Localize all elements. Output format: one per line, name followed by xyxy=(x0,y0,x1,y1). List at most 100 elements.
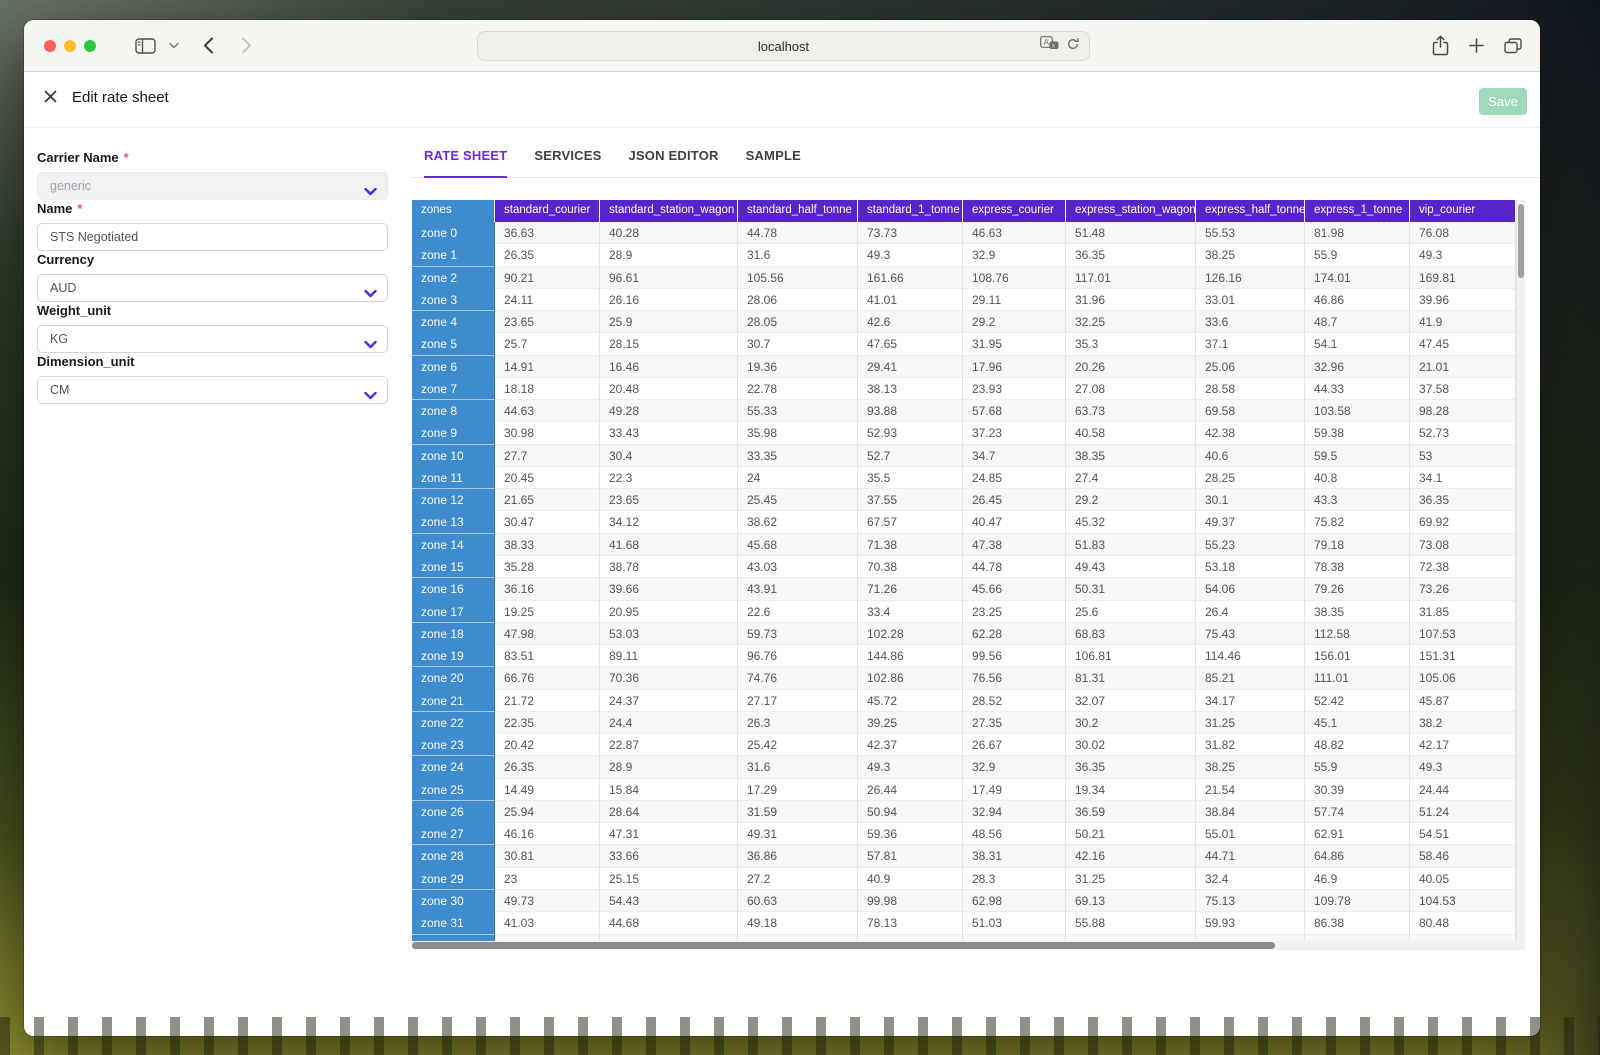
rate-cell[interactable]: 99.56 xyxy=(963,645,1066,667)
rate-cell[interactable]: 49.3 xyxy=(858,244,963,266)
rate-cell[interactable]: 24.44 xyxy=(1410,779,1516,801)
rate-cell[interactable]: 42.16 xyxy=(1066,845,1196,867)
rate-cell[interactable]: 75.13 xyxy=(1196,890,1305,912)
rate-cell[interactable]: 29.2 xyxy=(1066,489,1196,511)
rate-cell[interactable]: 51.83 xyxy=(1066,534,1196,556)
rate-cell[interactable]: 24.37 xyxy=(600,690,738,712)
rate-cell[interactable]: 58.46 xyxy=(1410,845,1516,867)
rate-cell[interactable]: 17.49 xyxy=(963,779,1066,801)
rate-cell[interactable]: 54.51 xyxy=(1410,823,1516,845)
rate-cell[interactable]: 73.26 xyxy=(1410,578,1516,600)
rate-cell[interactable]: 144.86 xyxy=(858,645,963,667)
rate-cell[interactable]: 33.4 xyxy=(858,601,963,623)
rate-cell[interactable]: 26.4 xyxy=(1196,601,1305,623)
rate-cell[interactable]: 33.35 xyxy=(738,445,858,467)
rate-cell[interactable]: 48.7 xyxy=(1305,311,1410,333)
rate-cell[interactable]: 28.05 xyxy=(738,311,858,333)
rate-cell[interactable]: 38.84 xyxy=(1196,801,1305,823)
rate-cell[interactable]: 31.85 xyxy=(1410,601,1516,623)
rate-cell[interactable]: 40.47 xyxy=(963,511,1066,533)
rate-cell[interactable]: 38.62 xyxy=(738,511,858,533)
rate-cell[interactable]: 47.65 xyxy=(858,333,963,355)
rate-cell[interactable]: 28.15 xyxy=(600,333,738,355)
rate-cell[interactable]: 156.01 xyxy=(1305,645,1410,667)
rate-cell[interactable]: 19.34 xyxy=(1066,779,1196,801)
rate-cell[interactable]: 15.84 xyxy=(600,779,738,801)
rate-cell[interactable]: 33.43 xyxy=(600,422,738,444)
rate-cell[interactable]: 34.17 xyxy=(1196,690,1305,712)
dimension-unit-select[interactable]: CM xyxy=(37,376,388,404)
rate-cell[interactable]: 104.53 xyxy=(1410,890,1516,912)
rate-cell[interactable]: 23.65 xyxy=(600,489,738,511)
rate-cell[interactable]: 47.38 xyxy=(963,534,1066,556)
rate-cell[interactable]: 32.4 xyxy=(1196,868,1305,890)
rate-cell[interactable]: 43.03 xyxy=(738,556,858,578)
rate-cell[interactable]: 42.6 xyxy=(858,311,963,333)
rate-cell[interactable]: 109.78 xyxy=(1305,890,1410,912)
rate-cell[interactable]: 72.38 xyxy=(1410,556,1516,578)
rate-cell[interactable]: 14.49 xyxy=(495,779,600,801)
rate-cell[interactable]: 28.25 xyxy=(1196,467,1305,489)
rate-cell[interactable]: 25.45 xyxy=(738,489,858,511)
rate-cell[interactable]: 38.35 xyxy=(1305,601,1410,623)
rate-cell[interactable]: 44.68 xyxy=(600,912,738,934)
rate-cell[interactable]: 41.01 xyxy=(858,289,963,311)
rate-cell[interactable]: 107.53 xyxy=(1410,623,1516,645)
rate-cell[interactable]: 41.03 xyxy=(495,912,600,934)
rate-cell[interactable]: 174.01 xyxy=(1305,267,1410,289)
rate-cell[interactable]: 31.96 xyxy=(1066,289,1196,311)
rate-cell[interactable]: 68.83 xyxy=(1066,623,1196,645)
rate-cell[interactable]: 66.76 xyxy=(495,667,600,689)
new-tab-icon[interactable] xyxy=(1469,38,1484,53)
rate-cell[interactable]: 55.9 xyxy=(1305,756,1410,778)
rate-cell[interactable]: 40.6 xyxy=(1196,445,1305,467)
rate-cell[interactable]: 20.45 xyxy=(495,467,600,489)
rate-cell[interactable]: 45.32 xyxy=(1066,511,1196,533)
rate-cell[interactable]: 32.9 xyxy=(963,244,1066,266)
rate-cell[interactable]: 25.9 xyxy=(600,311,738,333)
rate-cell[interactable]: 161.66 xyxy=(858,267,963,289)
rate-cell[interactable]: 43.91 xyxy=(738,578,858,600)
rate-cell[interactable]: 38.78 xyxy=(600,556,738,578)
tab-sample[interactable]: SAMPLE xyxy=(746,140,801,177)
rate-cell[interactable]: 42.38 xyxy=(1196,422,1305,444)
rate-cell[interactable]: 55.33 xyxy=(738,400,858,422)
rate-cell[interactable]: 50.94 xyxy=(858,801,963,823)
rate-cell[interactable]: 30.98 xyxy=(495,422,600,444)
rate-cell[interactable]: 25.6 xyxy=(1066,601,1196,623)
rate-cell[interactable]: 26.45 xyxy=(963,489,1066,511)
rate-cell[interactable]: 59.38 xyxy=(1305,422,1410,444)
rate-cell[interactable]: 28.58 xyxy=(1196,378,1305,400)
rate-cell[interactable]: 55.01 xyxy=(1196,823,1305,845)
rate-cell[interactable]: 52.73 xyxy=(1410,422,1516,444)
rate-cell[interactable]: 63.73 xyxy=(1066,400,1196,422)
rate-cell[interactable]: 55.88 xyxy=(1066,912,1196,934)
rate-cell[interactable]: 24 xyxy=(738,467,858,489)
rate-cell[interactable]: 80.48 xyxy=(1410,912,1516,934)
rate-cell[interactable]: 21.54 xyxy=(1196,779,1305,801)
rate-cell[interactable]: 53 xyxy=(1410,445,1516,467)
rate-cell[interactable]: 49.37 xyxy=(1196,511,1305,533)
rate-cell[interactable]: 49.31 xyxy=(738,823,858,845)
rate-cell[interactable]: 81.31 xyxy=(1066,667,1196,689)
rate-cell[interactable]: 37.58 xyxy=(1410,378,1516,400)
rate-cell[interactable]: 32.07 xyxy=(1066,690,1196,712)
rate-cell[interactable]: 29.11 xyxy=(963,289,1066,311)
rate-cell[interactable]: 49.28 xyxy=(600,400,738,422)
rate-cell[interactable]: 70.36 xyxy=(600,667,738,689)
rate-cell[interactable]: 27.7 xyxy=(495,445,600,467)
rate-cell[interactable]: 33.01 xyxy=(1196,289,1305,311)
back-button[interactable] xyxy=(203,37,214,54)
rate-cell[interactable]: 40.58 xyxy=(1066,422,1196,444)
rate-cell[interactable]: 45.66 xyxy=(963,578,1066,600)
weight-unit-select[interactable]: KG xyxy=(37,325,388,353)
rate-cell[interactable]: 99.98 xyxy=(858,890,963,912)
rate-cell[interactable]: 26.44 xyxy=(858,779,963,801)
rate-cell[interactable]: 25.06 xyxy=(1196,356,1305,378)
rate-cell[interactable]: 62.28 xyxy=(963,623,1066,645)
rate-cell[interactable]: 36.59 xyxy=(1066,801,1196,823)
rate-cell[interactable]: 26.35 xyxy=(495,244,600,266)
rate-cell[interactable]: 36.63 xyxy=(495,222,600,244)
rate-cell[interactable]: 22.78 xyxy=(738,378,858,400)
close-window-button[interactable] xyxy=(44,40,56,52)
